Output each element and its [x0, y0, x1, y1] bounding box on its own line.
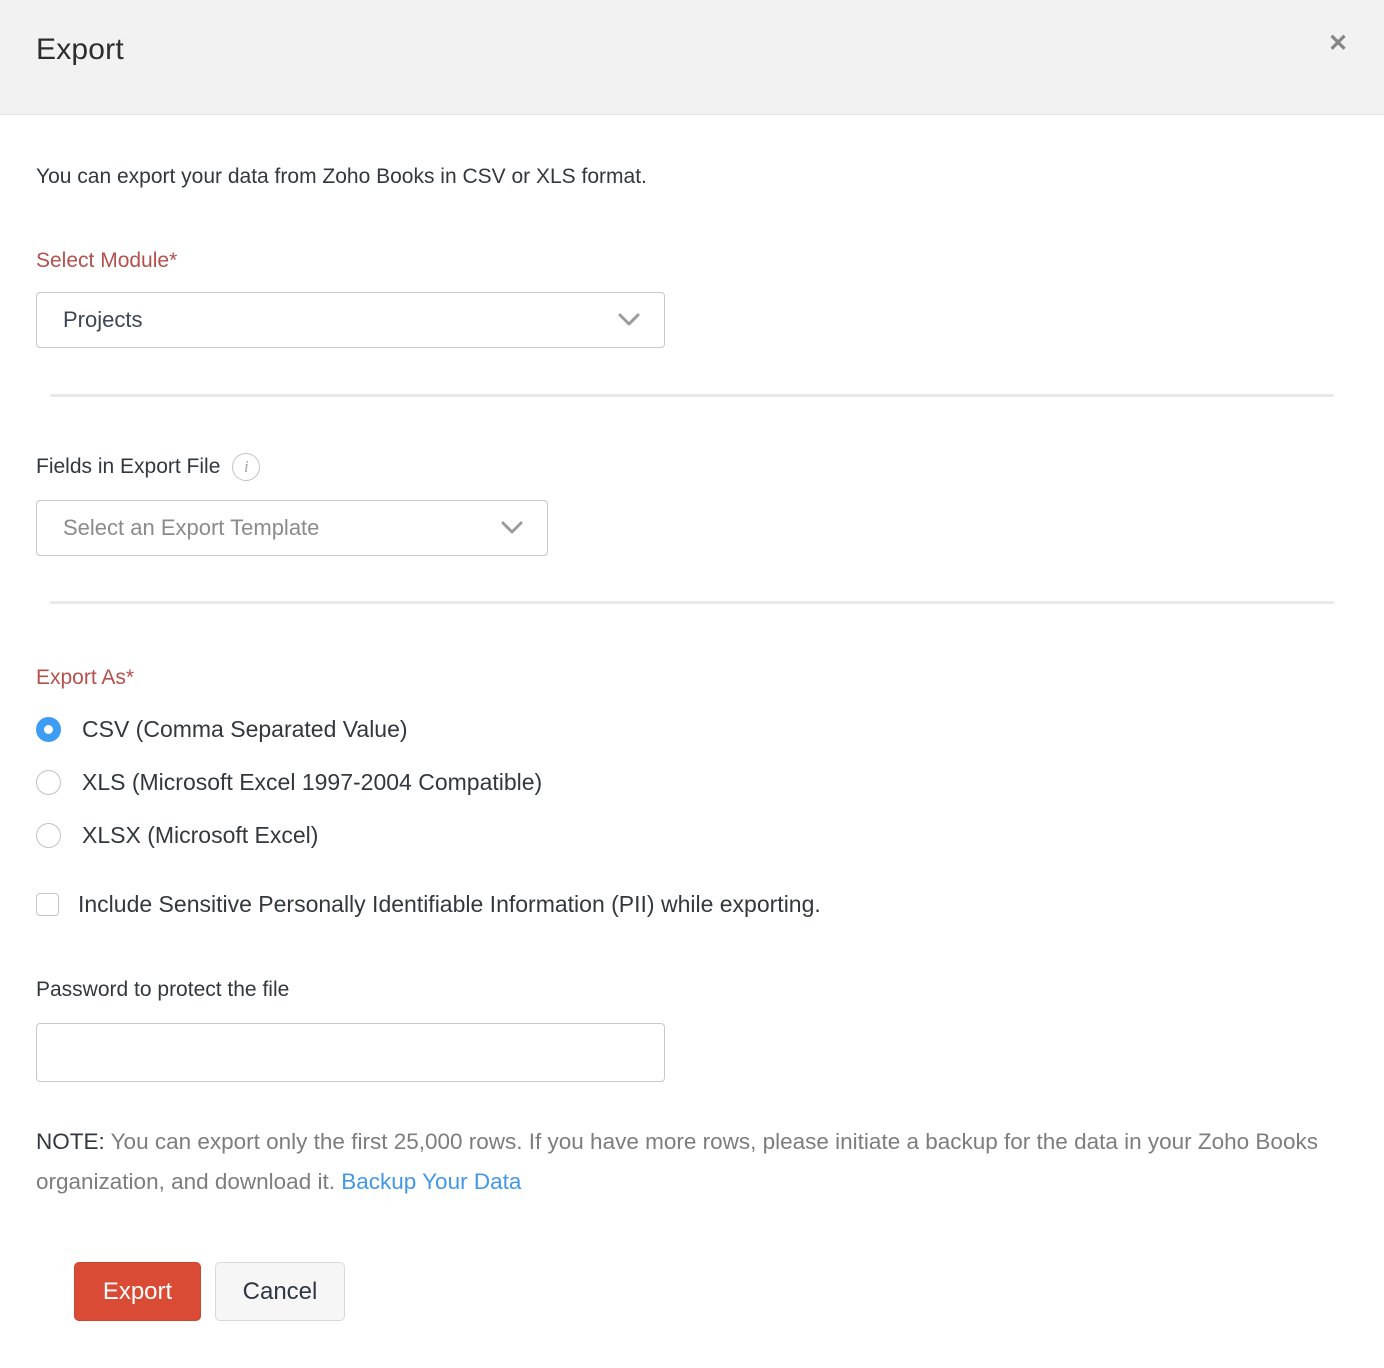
action-buttons: Export Cancel: [36, 1262, 1348, 1321]
section-divider: [50, 601, 1334, 604]
module-dropdown[interactable]: Projects: [36, 292, 665, 348]
fields-in-export-file-text: Fields in Export File: [36, 455, 220, 479]
radio-csv[interactable]: CSV (Comma Separated Value): [36, 716, 1348, 743]
radio-button-icon[interactable]: [36, 770, 61, 795]
module-dropdown-value: Projects: [63, 307, 618, 333]
note-prefix: NOTE:: [36, 1129, 105, 1154]
section-divider: [50, 394, 1334, 397]
password-input[interactable]: [36, 1023, 665, 1082]
dialog-header: Export ✕: [0, 0, 1384, 115]
intro-text: You can export your data from Zoho Books…: [36, 165, 1348, 189]
select-module-label: Select Module*: [36, 249, 1348, 273]
export-dialog: Export ✕ You can export your data from Z…: [0, 0, 1384, 1321]
backup-your-data-link[interactable]: Backup Your Data: [341, 1169, 521, 1194]
fields-in-export-file-label: Fields in Export File i: [36, 453, 1348, 481]
password-label: Password to protect the file: [36, 978, 1348, 1002]
note-text: NOTE: You can export only the first 25,0…: [36, 1122, 1322, 1202]
export-format-radio-group: CSV (Comma Separated Value) XLS (Microso…: [36, 716, 1348, 849]
export-template-placeholder: Select an Export Template: [63, 515, 501, 541]
dialog-title: Export: [36, 33, 124, 67]
chevron-down-icon: [501, 521, 523, 535]
export-template-dropdown[interactable]: Select an Export Template: [36, 500, 548, 556]
radio-xls[interactable]: XLS (Microsoft Excel 1997-2004 Compatibl…: [36, 769, 1348, 796]
radio-button-icon[interactable]: [36, 717, 61, 742]
close-icon[interactable]: ✕: [1322, 28, 1354, 60]
checkbox-icon[interactable]: [36, 893, 59, 916]
radio-xls-label: XLS (Microsoft Excel 1997-2004 Compatibl…: [82, 769, 542, 796]
export-button[interactable]: Export: [74, 1262, 201, 1321]
export-as-label: Export As*: [36, 666, 1348, 690]
info-icon[interactable]: i: [232, 453, 260, 481]
radio-xlsx[interactable]: XLSX (Microsoft Excel): [36, 822, 1348, 849]
pii-checkbox-row[interactable]: Include Sensitive Personally Identifiabl…: [36, 891, 1348, 918]
note-body: You can export only the first 25,000 row…: [36, 1129, 1318, 1194]
cancel-button[interactable]: Cancel: [215, 1262, 345, 1321]
radio-button-icon[interactable]: [36, 823, 61, 848]
dialog-body: You can export your data from Zoho Books…: [0, 165, 1384, 1321]
radio-csv-label: CSV (Comma Separated Value): [82, 716, 408, 743]
chevron-down-icon: [618, 313, 640, 327]
pii-checkbox-label: Include Sensitive Personally Identifiabl…: [78, 891, 821, 918]
radio-xlsx-label: XLSX (Microsoft Excel): [82, 822, 318, 849]
